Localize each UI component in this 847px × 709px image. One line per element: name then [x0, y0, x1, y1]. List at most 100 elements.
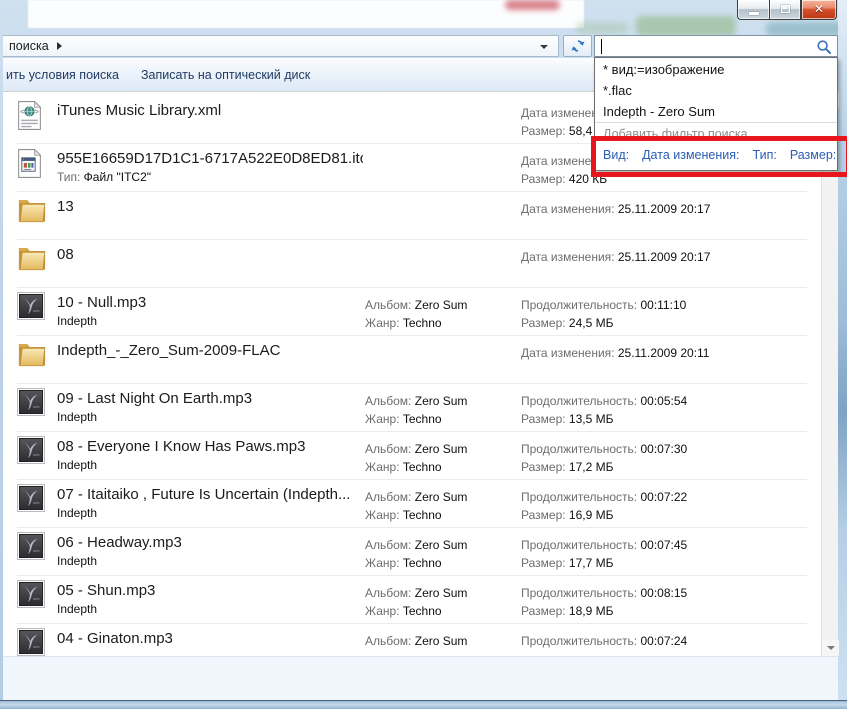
file-name: Indepth_-_Zero_Sum-2009-FLAC [57, 342, 363, 359]
maximize-restore-icon [781, 5, 790, 13]
close-button[interactable]: ✕ [801, 0, 837, 20]
file-detail-line: Жанр: Techno [365, 458, 467, 476]
file-row[interactable]: 09 - Last Night On Earth.mp3IndepthАльбо… [3, 384, 821, 432]
file-detail-column: Продолжительность: 00:08:15Размер: 18,9 … [521, 584, 687, 620]
file-sub-info: Indepth [57, 602, 97, 616]
search-suggestion-item[interactable]: Indepth - Zero Sum [595, 100, 837, 121]
save-search-button[interactable]: ить условия поиска [6, 68, 119, 82]
detail-label: Продолжительность: [521, 586, 640, 600]
mp3-album-icon [17, 580, 49, 620]
file-detail-line: Альбом: Zero Sum [365, 392, 467, 410]
file-row[interactable]: 08Дата изменения: 25.11.2009 20:17 [3, 240, 821, 288]
detail-label: Альбом: [365, 538, 415, 552]
file-detail-line: Жанр: Techno [365, 602, 467, 620]
detail-value: Techno [403, 604, 442, 618]
detail-value: 18,9 МБ [569, 604, 614, 618]
text-cursor [601, 39, 602, 54]
file-sub-value: Файл "ITC2" [84, 170, 151, 184]
detail-label: Размер: [521, 124, 569, 138]
file-detail-line: Альбом: Zero Sum [365, 440, 467, 458]
file-detail-line: Дата изменен [521, 104, 598, 122]
search-input[interactable] [594, 35, 838, 57]
file-row[interactable]: 04 - Ginaton.mp3Альбом: Zero SumПродолжи… [3, 624, 821, 656]
detail-value: 17,7 МБ [569, 556, 614, 570]
file-detail-column: Продолжительность: 00:11:10Размер: 24,5 … [521, 296, 686, 332]
file-row[interactable]: 10 - Null.mp3IndepthАльбом: Zero SumЖанр… [3, 288, 821, 336]
file-detail-column: Альбом: Zero SumЖанр: Techno [365, 440, 467, 476]
file-detail-column: Продолжительность: 00:07:45Размер: 17,7 … [521, 536, 687, 572]
file-name: 08 - Everyone I Know Has Paws.mp3 [57, 438, 363, 455]
file-detail-column: Альбом: Zero SumЖанр: Techno [365, 488, 467, 524]
detail-value: 13,5 МБ [569, 412, 614, 426]
address-history-dropdown-icon[interactable] [540, 45, 548, 49]
detail-value: Zero Sum [415, 394, 468, 408]
detail-label: Размер: [521, 316, 569, 330]
detail-value: 00:07:24 [640, 634, 687, 648]
file-detail-column: Дата изменен Размер: 58,4 [521, 104, 598, 140]
detail-value: 24,5 МБ [569, 316, 614, 330]
file-detail-column: Альбом: Zero SumЖанр: Techno [365, 296, 467, 332]
detail-value: 25.11.2009 20:11 [618, 346, 710, 360]
window-right-frame [838, 0, 847, 709]
file-row[interactable]: 05 - Shun.mp3IndepthАльбом: Zero SumЖанр… [3, 576, 821, 624]
detail-value: 00:05:54 [640, 394, 687, 408]
file-detail-column: Дата изменения: 25.11.2009 20:17 [521, 248, 710, 266]
detail-value: 00:07:22 [640, 490, 687, 504]
file-detail-line: Жанр: Techno [365, 554, 467, 572]
dropdown-separator [595, 122, 837, 123]
detail-label: Продолжительность: [521, 394, 640, 408]
search-suggestion-item[interactable]: * вид:=изображение [595, 58, 837, 79]
maximize-button[interactable] [769, 0, 801, 20]
file-row[interactable]: 07 - Itaitaiko , Future Is Uncertain (In… [3, 480, 821, 528]
detail-value: Techno [403, 412, 442, 426]
breadcrumb[interactable]: поиска [9, 39, 49, 53]
mp3-album-icon [17, 484, 49, 524]
file-sub-info: Indepth [57, 314, 97, 328]
file-detail-line: Жанр: Techno [365, 314, 467, 332]
file-detail-line: Дата изменения: 25.11.2009 20:17 [521, 248, 710, 266]
detail-value: 17,2 МБ [569, 460, 614, 474]
search-suggestion-item[interactable]: *.flac [595, 79, 837, 100]
file-sub-value: Indepth [57, 314, 97, 328]
file-name: 13 [57, 198, 363, 215]
file-name: 06 - Headway.mp3 [57, 534, 363, 551]
file-detail-line: Продолжительность: 00:07:22 [521, 488, 687, 506]
file-sub-info: Тип: Файл "ITC2" [57, 170, 151, 184]
file-row[interactable]: Indepth_-_Zero_Sum-2009-FLAC Дата изменен… [3, 336, 821, 384]
file-row[interactable]: 06 - Headway.mp3IndepthАльбом: Zero SumЖ… [3, 528, 821, 576]
file-row[interactable]: 13 Дата изменения: 25.11.2009 20:17 [3, 192, 821, 240]
detail-value: 58,4 [569, 124, 592, 138]
glass-smudge [636, 16, 736, 36]
file-detail-line: Альбом: Zero Sum [365, 296, 467, 314]
folder-icon [17, 196, 49, 236]
magnifier-icon[interactable] [816, 39, 832, 55]
detail-value: 00:08:15 [640, 586, 687, 600]
minimize-button[interactable] [737, 0, 769, 20]
detail-label: Дата изменения: [521, 250, 618, 264]
scroll-down-button[interactable] [822, 640, 839, 656]
detail-label: Альбом: [365, 298, 415, 312]
file-detail-line: Продолжительность: 00:07:45 [521, 536, 687, 554]
detail-label: Альбом: [365, 442, 415, 456]
file-detail-line: Размер: 17,2 МБ [521, 458, 687, 476]
glass-smudge [505, 0, 560, 10]
detail-label: Дата измене [521, 154, 591, 168]
file-detail-column: Дата изменения: 25.11.2009 20:17 [521, 200, 710, 218]
detail-label: Дата изменен [521, 106, 598, 120]
file-sub-value: Indepth [57, 554, 97, 568]
background-window-glow [28, 0, 584, 28]
breadcrumb-caret-icon[interactable] [57, 42, 62, 50]
detail-label: Продолжительность: [521, 634, 640, 648]
file-sub-info: Indepth [57, 554, 97, 568]
file-detail-column: Продолжительность: 00:07:30Размер: 17,2 … [521, 440, 687, 476]
address-breadcrumb-bar[interactable]: поиска [3, 35, 559, 57]
detail-value: Zero Sum [415, 490, 468, 504]
refresh-button[interactable] [563, 35, 592, 57]
file-name: 05 - Shun.mp3 [57, 582, 363, 599]
file-row[interactable]: 08 - Everyone I Know Has Paws.mp3Indepth… [3, 432, 821, 480]
explorer-window: ✕ поиска ить условия поиска Записать на … [0, 0, 847, 709]
burn-disc-button[interactable]: Записать на оптический диск [141, 68, 310, 82]
file-detail-column: Дата изменения: 25.11.2009 20:11 [521, 344, 709, 362]
detail-label: Дата изменения: [521, 202, 618, 216]
file-detail-line: Продолжительность: 00:08:15 [521, 584, 687, 602]
